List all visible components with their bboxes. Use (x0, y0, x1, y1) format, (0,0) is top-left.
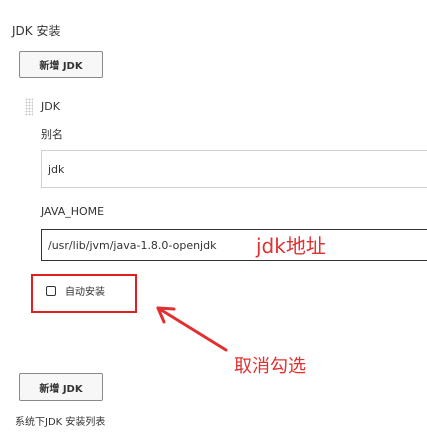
alias-input[interactable]: jdk (41, 150, 427, 188)
annotation-jdk-address: jdk地址 (256, 234, 326, 258)
auto-install-option[interactable]: 自动安装 (46, 283, 105, 298)
alias-input-value: jdk (48, 162, 65, 176)
jdk-list-hint: 系统下JDK 安装列表 (15, 417, 106, 428)
java-home-input[interactable]: /usr/lib/jvm/java-1.8.0-openjdk (41, 229, 427, 261)
add-jdk-button-bottom[interactable]: 新增 JDK (19, 373, 103, 401)
add-jdk-button[interactable]: 新增 JDK (19, 51, 103, 78)
annotation-arrow-icon (156, 306, 228, 352)
jdk-entry-heading: JDK (41, 100, 60, 113)
annotation-uncheck: 取消勾选 (234, 356, 306, 377)
java-home-input-value: /usr/lib/jvm/java-1.8.0-openjdk (48, 238, 217, 252)
java-home-label: JAVA_HOME (41, 205, 105, 218)
alias-label: 别名 (41, 128, 63, 141)
drag-handle-icon[interactable] (25, 98, 33, 116)
auto-install-label: 自动安装 (65, 287, 105, 298)
auto-install-checkbox[interactable] (46, 285, 56, 296)
jdk-install-section-title: JDK 安装 (12, 24, 61, 38)
